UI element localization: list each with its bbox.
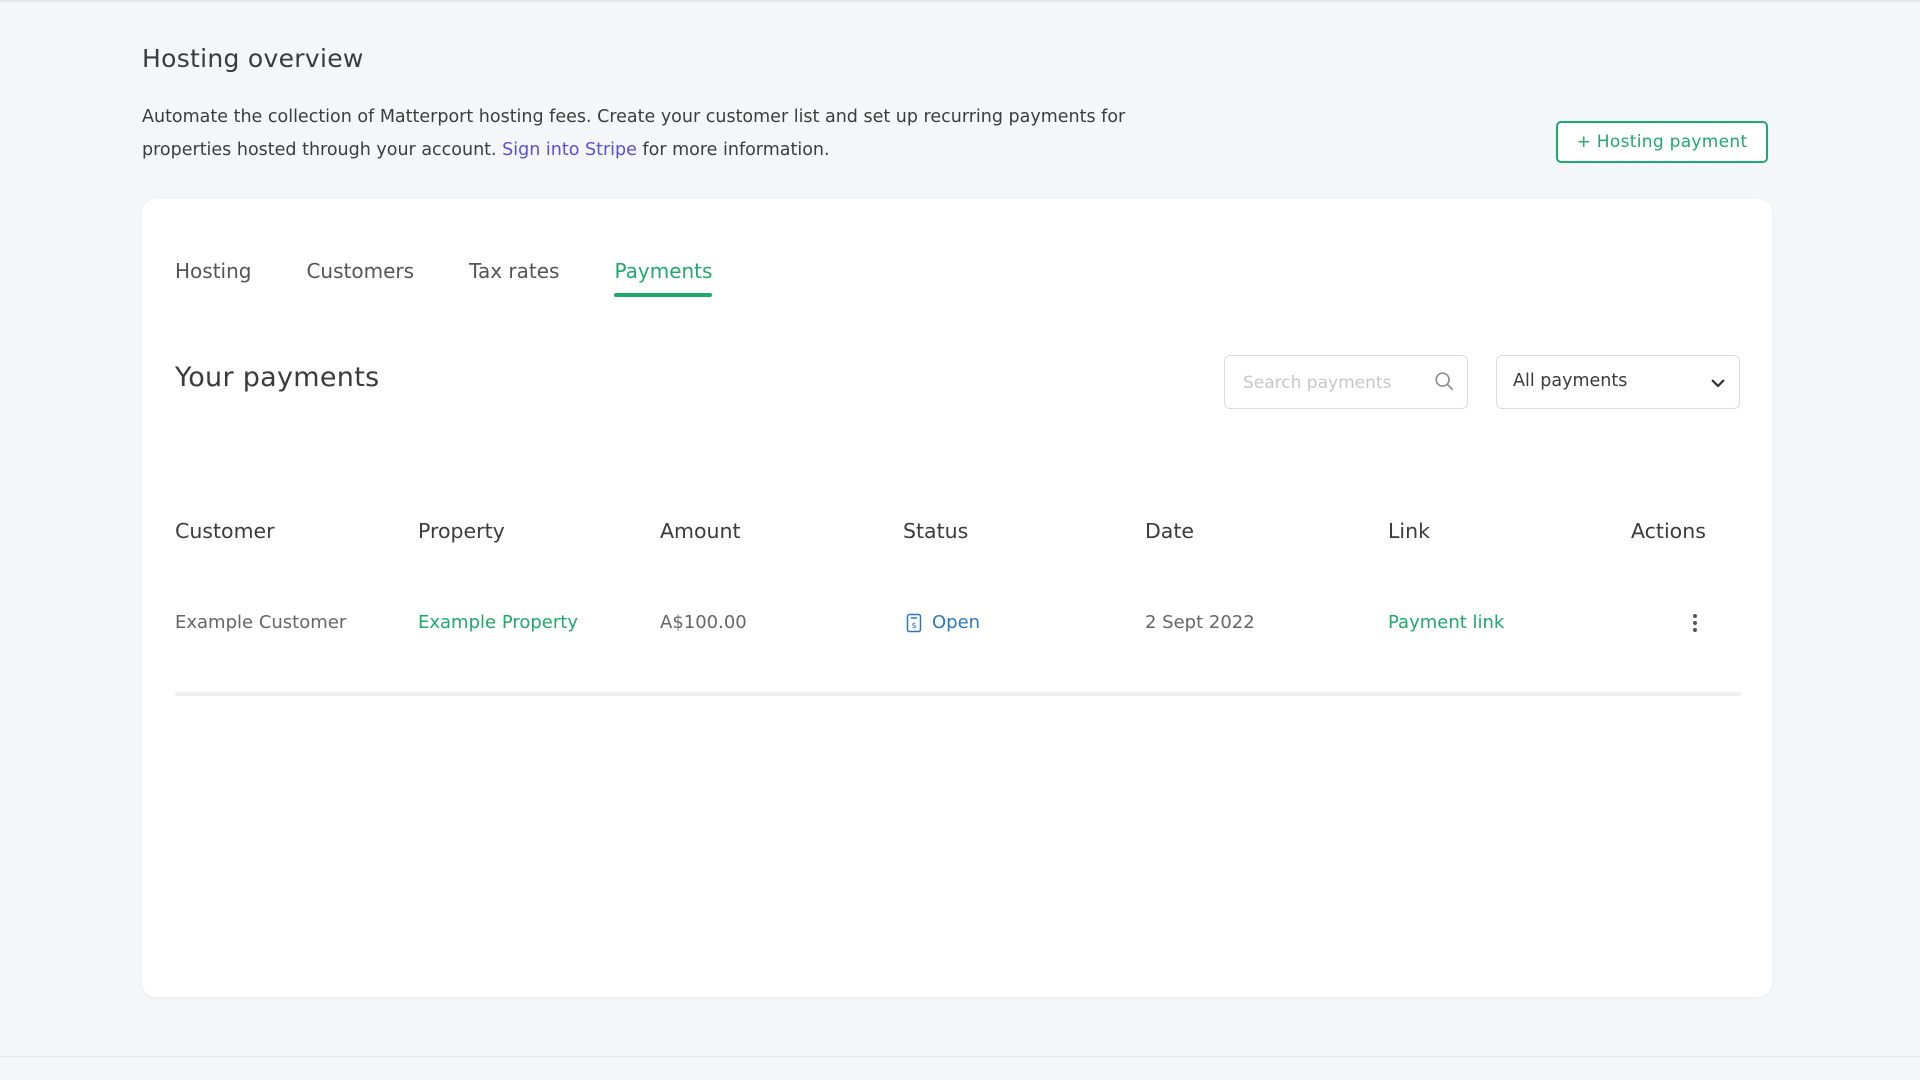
tab-customers[interactable]: Customers [306,259,414,297]
column-header-amount: Amount [660,519,741,543]
tab-tax-rates[interactable]: Tax rates [469,259,559,297]
invoice-icon: $ [906,613,922,633]
cell-amount: A$100.00 [660,612,747,633]
search-box [1224,355,1468,410]
column-header-customer: Customer [175,519,275,543]
tab-hosting[interactable]: Hosting [175,259,251,297]
intro-text-end: for more information. [636,140,830,160]
cell-date: 2 Sept 2022 [1145,612,1255,633]
search-icon[interactable] [1433,370,1455,392]
intro-text: Automate the collection of Matterport ho… [142,101,1142,167]
section-title: Your payments [175,362,380,393]
search-input[interactable] [1241,356,1435,410]
chevron-down-icon [1711,379,1725,388]
tab-payments[interactable]: Payments [614,259,712,297]
page-title: Hosting overview [142,44,364,73]
payment-filter-value: All payments [1513,371,1628,391]
cell-property-link[interactable]: Example Property [418,611,578,635]
status-badge: $ Open [906,611,980,635]
payments-card: Hosting Customers Tax rates Payments You… [142,199,1772,997]
footer-divider [0,1056,1920,1057]
more-vertical-icon [1693,614,1697,632]
column-header-actions: Actions [1631,519,1706,543]
table-divider [175,692,1741,696]
column-header-link: Link [1388,519,1430,543]
column-header-property: Property [418,519,505,543]
add-hosting-payment-button[interactable]: + Hosting payment [1556,121,1768,163]
tab-bar: Hosting Customers Tax rates Payments [175,259,767,297]
column-header-status: Status [903,519,969,543]
cell-customer: Example Customer [175,612,347,633]
top-shadow [0,0,1920,3]
row-actions-button[interactable] [1683,609,1707,637]
status-label: Open [932,612,981,633]
column-header-date: Date [1145,519,1194,543]
table-row: Example Customer Example Property A$100.… [175,611,1741,651]
payment-filter-select[interactable]: All payments [1496,355,1740,409]
svg-text:$: $ [911,621,916,630]
payment-link[interactable]: Payment link [1388,611,1504,635]
sign-into-stripe-link[interactable]: Sign into Stripe [502,140,637,160]
